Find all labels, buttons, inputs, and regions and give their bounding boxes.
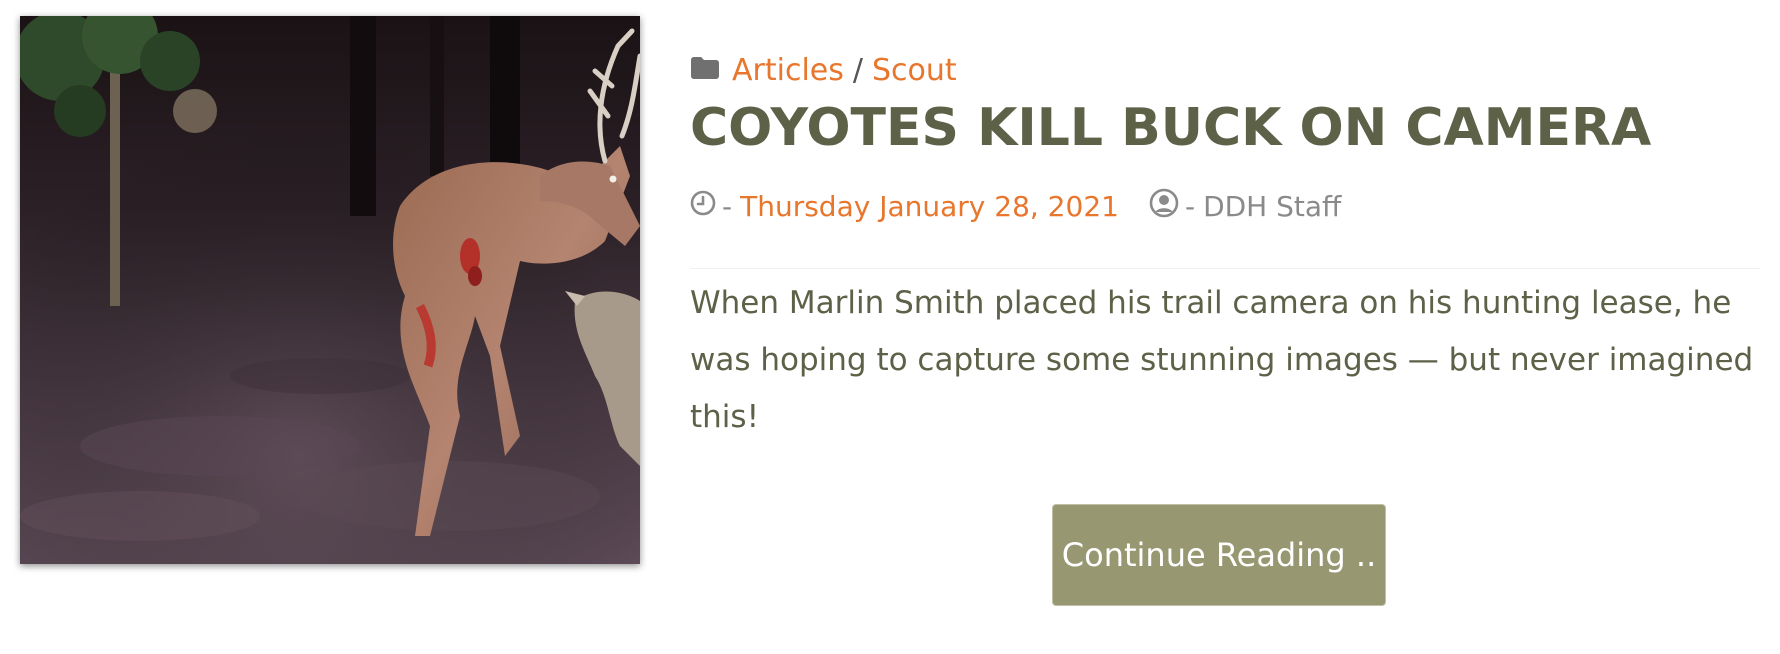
trail-camera-photo (20, 16, 640, 564)
post-date[interactable]: Thursday January 28, 2021 (740, 190, 1119, 223)
category-separator: / (852, 53, 863, 88)
divider (690, 268, 1760, 269)
category-breadcrumb: Articles / Scout (690, 50, 1750, 92)
post-title[interactable]: COYOTES KILL BUCK ON CAMERA (690, 96, 1750, 160)
post-thumbnail[interactable] (20, 16, 640, 564)
post-meta: - Thursday January 28, 2021 - DDH Staff (690, 186, 1750, 226)
user-circle-icon (1149, 188, 1179, 225)
clock-icon (690, 190, 716, 223)
post-author: DDH Staff (1203, 189, 1342, 223)
folder-icon (690, 50, 720, 92)
continue-wrap: Continue Reading .. (1052, 504, 1386, 606)
meta-dash: - (722, 189, 733, 223)
post-excerpt: When Marlin Smith placed his trail camer… (690, 285, 1754, 435)
category-link-articles[interactable]: Articles (732, 50, 844, 92)
post-content: Articles / Scout COYOTES KILL BUCK ON CA… (690, 50, 1760, 446)
meta-dash-author: - (1184, 189, 1196, 223)
author-block: - DDH Staff (1149, 188, 1341, 225)
continue-reading-button[interactable]: Continue Reading .. (1052, 504, 1386, 606)
category-link-scout[interactable]: Scout (872, 50, 957, 92)
